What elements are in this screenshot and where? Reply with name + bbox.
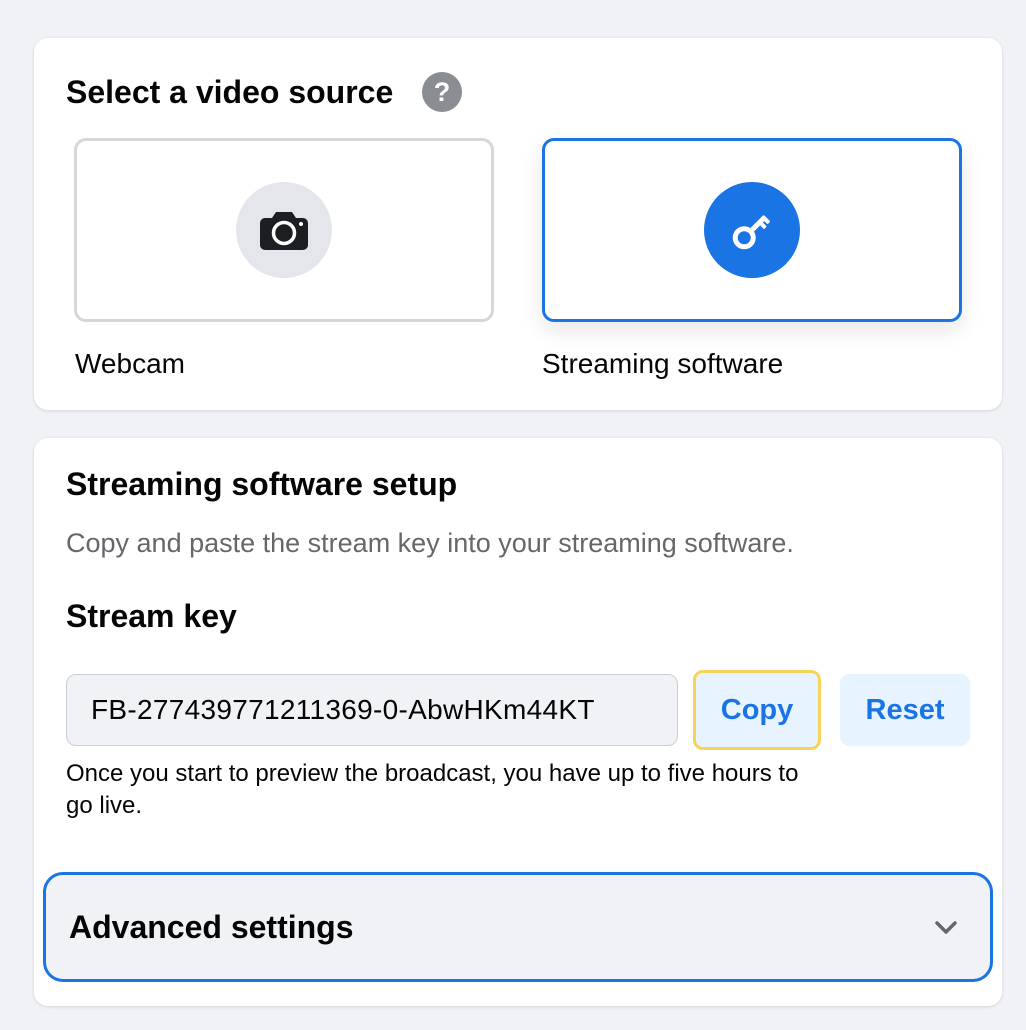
chevron-down-icon: [935, 921, 957, 934]
copy-button[interactable]: Copy: [693, 670, 821, 750]
streaming-setup-card: Streaming software setup Copy and paste …: [34, 438, 1002, 1006]
setup-note: Once you start to preview the broadcast,…: [66, 760, 799, 819]
streaming-software-label: Streaming software: [542, 348, 784, 379]
setup-title: Streaming software setup: [66, 466, 458, 502]
advanced-settings-label: Advanced settings: [69, 909, 354, 945]
key-icon: [732, 215, 770, 250]
video-source-card: Select a video source ? Webcam Streaming…: [34, 38, 1002, 410]
camera-icon: [260, 212, 308, 250]
setup-description: Copy and paste the stream key into your …: [66, 528, 794, 558]
stream-key-title: Stream key: [66, 598, 237, 634]
help-icon[interactable]: ?: [422, 72, 462, 112]
webcam-label: Webcam: [75, 348, 185, 379]
reset-button[interactable]: Reset: [840, 674, 970, 746]
webcam-option[interactable]: [74, 138, 494, 322]
stream-key-input[interactable]: [66, 674, 678, 746]
streaming-software-option[interactable]: [542, 138, 962, 322]
advanced-settings-toggle[interactable]: Advanced settings: [43, 872, 993, 982]
streaming-icon-circle: [704, 182, 800, 278]
video-source-title: Select a video source: [66, 74, 394, 110]
webcam-icon-circle: [236, 182, 332, 278]
